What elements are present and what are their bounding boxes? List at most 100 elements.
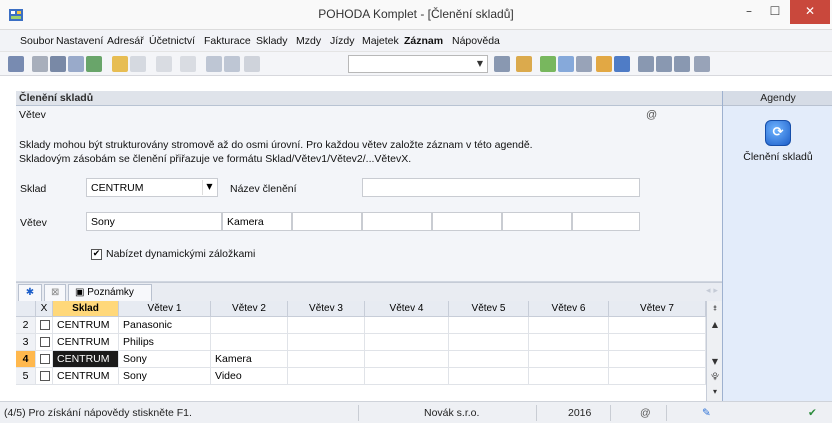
help-icon[interactable] — [694, 56, 710, 72]
cell-vetev-6[interactable] — [529, 368, 609, 385]
new-record-icon[interactable] — [112, 56, 128, 72]
cell-vetev-7[interactable] — [609, 317, 706, 334]
window-icon[interactable] — [638, 56, 654, 72]
calculator-icon[interactable] — [558, 56, 574, 72]
tab-star[interactable]: ✱ — [18, 284, 42, 302]
row-checkbox[interactable] — [36, 368, 53, 385]
back-icon[interactable] — [156, 56, 172, 72]
edit-status-icon[interactable]: ✎ — [702, 407, 711, 419]
agenda-tree-icon[interactable] — [8, 56, 24, 72]
scroll-up-icon[interactable]: ▲ — [708, 318, 722, 332]
cell-vetev-6[interactable] — [529, 351, 609, 368]
cell-vetev-2[interactable] — [211, 334, 288, 351]
cell-vetev-5[interactable] — [449, 368, 529, 385]
menu-item-10[interactable]: Záznam — [404, 35, 443, 47]
menu-item-11[interactable]: Nápověda — [452, 35, 500, 47]
row-number[interactable]: 5 — [16, 368, 36, 385]
cell-vetev-3[interactable] — [288, 334, 365, 351]
sum-icon[interactable] — [576, 56, 592, 72]
sidebar-item-clenenii-skladu[interactable]: Členění skladů — [723, 151, 832, 163]
menu-item-3[interactable]: Adresář — [107, 35, 144, 47]
cell-vetev-4[interactable] — [365, 317, 449, 334]
print-icon[interactable] — [50, 56, 66, 72]
close-button[interactable]: ✕ — [790, 0, 830, 24]
copy-icon[interactable] — [244, 56, 260, 72]
cell-vetev-5[interactable] — [449, 334, 529, 351]
vetev-4-field[interactable] — [362, 212, 432, 231]
scroll-top-icon[interactable]: ⯒ — [708, 302, 722, 316]
panel-icon[interactable] — [656, 56, 672, 72]
cell-vetev-1[interactable]: Philips — [119, 334, 211, 351]
cell-vetev-3[interactable] — [288, 351, 365, 368]
cell-vetev-2[interactable]: Video — [211, 368, 288, 385]
dynamic-tabs-checkbox[interactable]: ✔ — [91, 249, 102, 260]
cell-vetev-4[interactable] — [365, 351, 449, 368]
column-header-9[interactable]: Větev 7 — [609, 301, 706, 317]
row-number[interactable]: 4 — [16, 351, 36, 368]
filter-icon[interactable] — [494, 56, 510, 72]
minimize-button[interactable]: – — [736, 0, 762, 24]
cell-vetev-5[interactable] — [449, 351, 529, 368]
column-header-1[interactable]: X — [36, 301, 53, 317]
dropdown-icon[interactable]: ▼ — [202, 180, 216, 195]
menu-item-5[interactable]: Fakturace — [204, 35, 251, 47]
menu-item-7[interactable]: Mzdy — [296, 35, 321, 47]
cell-sklad[interactable]: CENTRUM — [53, 368, 119, 385]
column-header-6[interactable]: Větev 4 — [365, 301, 449, 317]
users-icon[interactable] — [596, 56, 612, 72]
cell-vetev-7[interactable] — [609, 351, 706, 368]
vetev-3-field[interactable] — [292, 212, 362, 231]
vetev-1-field[interactable]: Sony — [86, 212, 222, 231]
cell-vetev-7[interactable] — [609, 334, 706, 351]
column-header-2[interactable]: Sklad — [53, 301, 119, 317]
row-checkbox[interactable] — [36, 317, 53, 334]
row-checkbox[interactable] — [36, 334, 53, 351]
checkbox[interactable] — [40, 371, 50, 381]
cell-vetev-1[interactable]: Sony — [119, 351, 211, 368]
agenda-item-icon[interactable]: ⟳ — [765, 120, 791, 146]
forward-icon[interactable] — [180, 56, 196, 72]
checkbox[interactable] — [40, 337, 50, 347]
column-header-7[interactable]: Větev 5 — [449, 301, 529, 317]
tab-filter[interactable]: ⊠ — [44, 284, 66, 302]
nazev-field[interactable] — [362, 178, 640, 197]
chevron-down-icon[interactable]: ▼ — [473, 56, 487, 72]
menu-item-8[interactable]: Jízdy — [330, 35, 355, 47]
folder-icon[interactable] — [516, 56, 532, 72]
preview-icon[interactable] — [68, 56, 84, 72]
cell-vetev-4[interactable] — [365, 368, 449, 385]
cell-vetev-1[interactable]: Panasonic — [119, 317, 211, 334]
cell-vetev-3[interactable] — [288, 368, 365, 385]
cell-sklad[interactable]: CENTRUM — [53, 351, 119, 368]
email-status-icon[interactable]: @ — [640, 407, 651, 419]
vetev-7-field[interactable] — [572, 212, 640, 231]
tab-notes[interactable]: ▣ Poznámky — [68, 284, 152, 302]
cell-vetev-1[interactable]: Sony — [119, 368, 211, 385]
menu-item-2[interactable]: Nastavení — [56, 35, 103, 47]
sklad-field[interactable]: CENTRUM — [86, 178, 218, 197]
menu-item-9[interactable]: Majetek — [362, 35, 399, 47]
column-header-3[interactable]: Větev 1 — [119, 301, 211, 317]
scroll-end-icon[interactable]: ▾ — [708, 385, 722, 399]
cell-vetev-5[interactable] — [449, 317, 529, 334]
row-checkbox[interactable] — [36, 351, 53, 368]
menu-item-4[interactable]: Účetnictví — [149, 35, 195, 47]
menu-item-6[interactable]: Sklady — [256, 35, 288, 47]
cell-vetev-7[interactable] — [609, 368, 706, 385]
export-icon[interactable] — [86, 56, 102, 72]
cell-sklad[interactable]: CENTRUM — [53, 317, 119, 334]
layout-icon[interactable] — [674, 56, 690, 72]
scroll-bottom-icon[interactable]: ⯓ — [708, 370, 722, 384]
cell-vetev-4[interactable] — [365, 334, 449, 351]
scrollbar[interactable]: ⯒ ▲ ▼ ⯓ ▾ — [706, 301, 722, 401]
cell-vetev-6[interactable] — [529, 334, 609, 351]
scroll-down-icon[interactable]: ▼ — [708, 355, 722, 369]
document-icon[interactable] — [32, 56, 48, 72]
row-number[interactable]: 3 — [16, 334, 36, 351]
vetev-2-field[interactable]: Kamera — [222, 212, 292, 231]
checkbox[interactable] — [40, 354, 50, 364]
vetev-6-field[interactable] — [502, 212, 572, 231]
save-icon[interactable] — [206, 56, 222, 72]
edit-icon[interactable] — [130, 56, 146, 72]
cell-vetev-6[interactable] — [529, 317, 609, 334]
